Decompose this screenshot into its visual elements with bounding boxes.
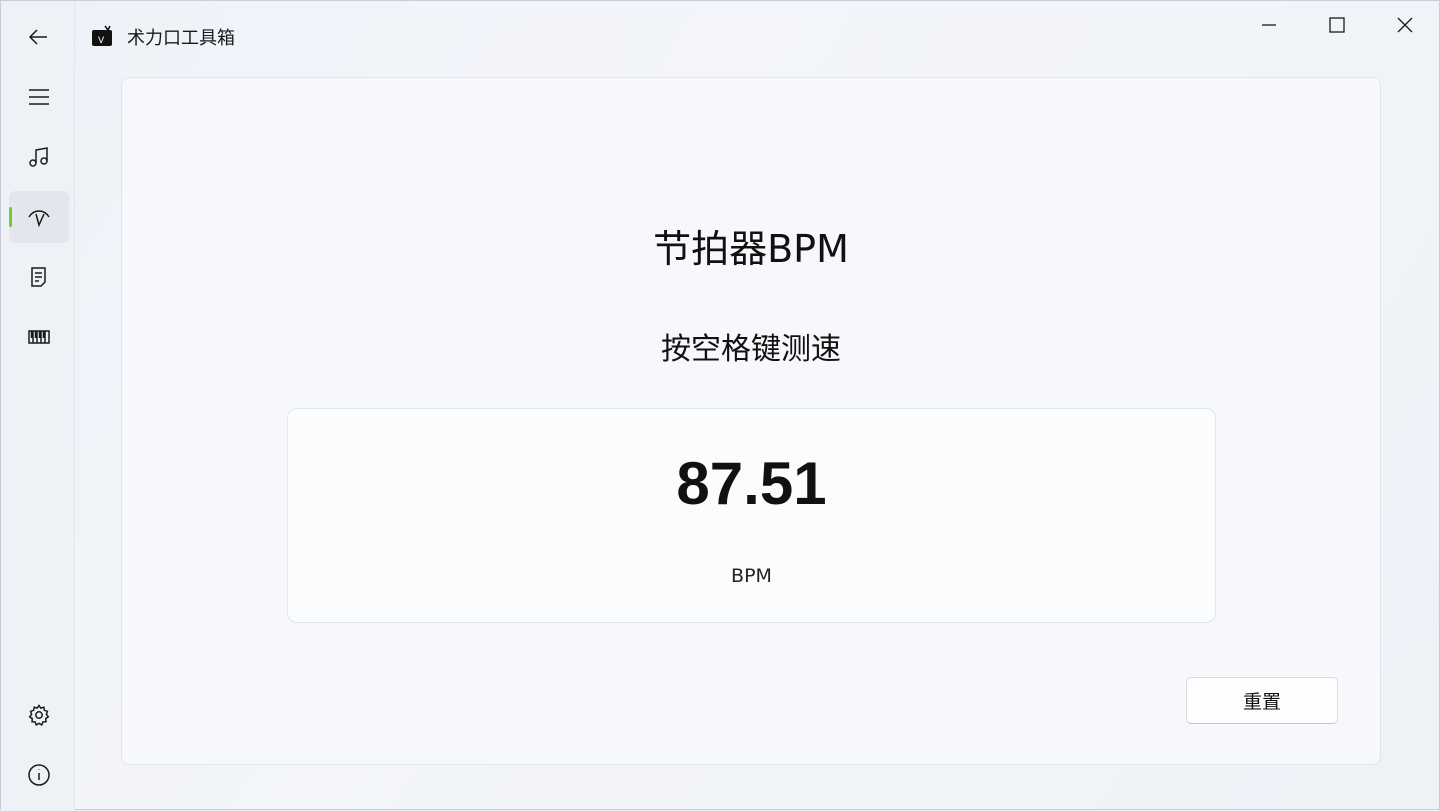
app-logo-icon: V: [92, 25, 112, 46]
nav-item-metronome[interactable]: [9, 191, 69, 243]
back-button[interactable]: [9, 11, 69, 63]
minimize-button[interactable]: [1235, 1, 1303, 49]
bpm-unit-label: BPM: [731, 565, 772, 587]
menu-button[interactable]: [9, 71, 69, 123]
maximize-icon: [1329, 17, 1345, 33]
nav-item-piano[interactable]: [9, 311, 69, 363]
title-bar[interactable]: V 术力口工具箱: [75, 1, 1439, 71]
bpm-display-panel: 87.51 BPM: [287, 408, 1216, 623]
close-icon: [1397, 17, 1413, 33]
reset-button[interactable]: 重置: [1186, 677, 1338, 724]
app-window: V 术力口工具箱 节拍器BPM 按空格键测速 87.51 BPM 重置: [0, 0, 1440, 811]
nav-item-notes[interactable]: [9, 251, 69, 303]
arrow-left-icon: [28, 29, 47, 45]
page-title: 节拍器BPM: [653, 227, 849, 271]
nav-item-music[interactable]: [9, 131, 69, 183]
metronome-icon: [28, 210, 50, 228]
about-button[interactable]: [9, 749, 69, 801]
music-note-icon: [29, 147, 48, 167]
info-icon: [28, 764, 50, 786]
left-nav-rail: [1, 1, 75, 811]
page-subtitle: 按空格键测速: [661, 332, 841, 367]
svg-text:V: V: [98, 36, 105, 46]
minimize-icon: [1262, 24, 1276, 26]
document-icon: [31, 267, 46, 287]
close-button[interactable]: [1371, 1, 1439, 49]
bpm-value: 87.51: [676, 450, 827, 517]
app-title: 术力口工具箱: [127, 28, 235, 49]
hamburger-icon: [29, 89, 49, 105]
settings-button[interactable]: [9, 689, 69, 741]
main-content-card: 节拍器BPM 按空格键测速 87.51 BPM 重置: [121, 77, 1381, 765]
piano-icon: [28, 330, 50, 344]
maximize-button[interactable]: [1303, 1, 1371, 49]
gear-icon: [28, 704, 50, 726]
